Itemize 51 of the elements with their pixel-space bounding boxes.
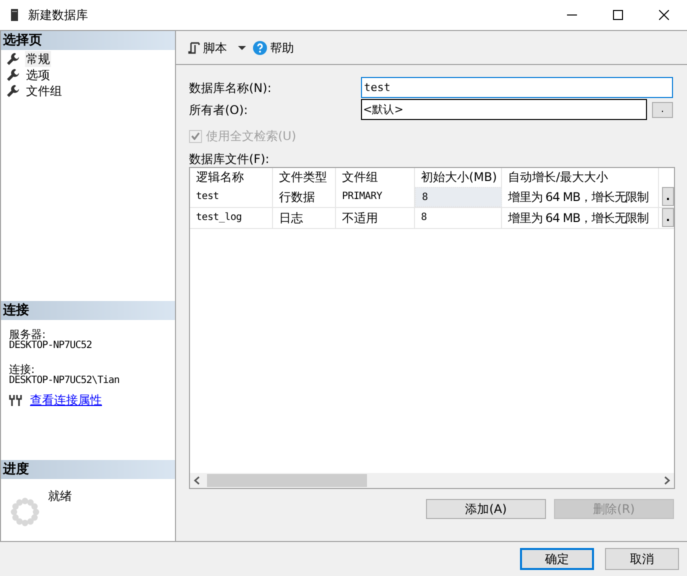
connection-name: DESKTOP-NP7UC52\Tian	[9, 375, 120, 386]
plug-icon	[9, 395, 23, 406]
checkbox-label: 使用全文检索(U)	[206, 128, 296, 145]
table-cell: 行数据	[273, 187, 336, 207]
table-cell: 日志	[273, 208, 336, 228]
sidebar-item[interactable]: 文件组	[25, 83, 63, 99]
file-button: 删除(R)	[554, 499, 674, 519]
browse-button[interactable]: .	[652, 102, 673, 118]
dialog-button[interactable]: 取消	[605, 548, 679, 570]
window-title: 新建数据库	[28, 7, 88, 24]
connection-properties-link[interactable]: 查看连接属性	[30, 395, 102, 406]
owner-field[interactable]: <默认>	[361, 99, 647, 120]
table-cell: 不适用	[336, 208, 415, 228]
wrench-icon	[7, 69, 19, 81]
table-cell: test	[190, 187, 273, 207]
column-header[interactable]: 文件组	[336, 168, 415, 187]
table-cell: 8	[415, 208, 502, 228]
server-label: 服务器:	[9, 329, 46, 340]
column-header[interactable]: 自动增长/最大大小	[502, 168, 659, 187]
spinner-icon	[10, 497, 40, 527]
section-header: 连接	[1, 301, 175, 320]
wrench-icon	[7, 85, 19, 97]
server-name: DESKTOP-NP7UC52	[9, 340, 93, 351]
column-header[interactable]: 逻辑名称	[190, 168, 273, 187]
column-header[interactable]: 文件类型	[273, 168, 336, 187]
sidebar-item[interactable]: 常规	[25, 51, 51, 67]
app-icon	[11, 9, 18, 21]
ellipsis-button[interactable]: .	[662, 208, 674, 227]
script-icon	[188, 42, 200, 54]
database-name-field[interactable]: test	[361, 77, 673, 98]
horizontal-scrollbar[interactable]	[190, 473, 674, 488]
section-header: 进度	[1, 460, 175, 479]
table-cell: test_log	[190, 208, 273, 228]
help-icon	[253, 40, 267, 54]
section-label: 数据库文件(F):	[189, 152, 270, 167]
status-text: 就绪	[48, 488, 72, 505]
field-label: 所有者(O):	[189, 102, 249, 118]
help-button[interactable]: 帮助	[253, 38, 294, 56]
script-button[interactable]: 脚本	[188, 38, 227, 56]
dialog-button[interactable]: 确定	[520, 548, 594, 570]
table-cell: 增里为 64 MB，增长无限制	[502, 187, 659, 207]
sidebar-item[interactable]: 选项	[25, 67, 51, 83]
dropdown-caret-icon[interactable]	[238, 46, 246, 50]
table-cell: 8	[415, 187, 502, 207]
wrench-icon	[7, 53, 19, 65]
field-label: 数据库名称(N):	[189, 80, 272, 96]
table-cell: 增里为 64 MB，增长无限制	[502, 208, 659, 228]
connection-label: 连接:	[9, 364, 35, 375]
ellipsis-button[interactable]: .	[662, 187, 674, 206]
file-button[interactable]: 添加(A)	[426, 499, 546, 519]
section-header: 选择页	[1, 31, 175, 50]
